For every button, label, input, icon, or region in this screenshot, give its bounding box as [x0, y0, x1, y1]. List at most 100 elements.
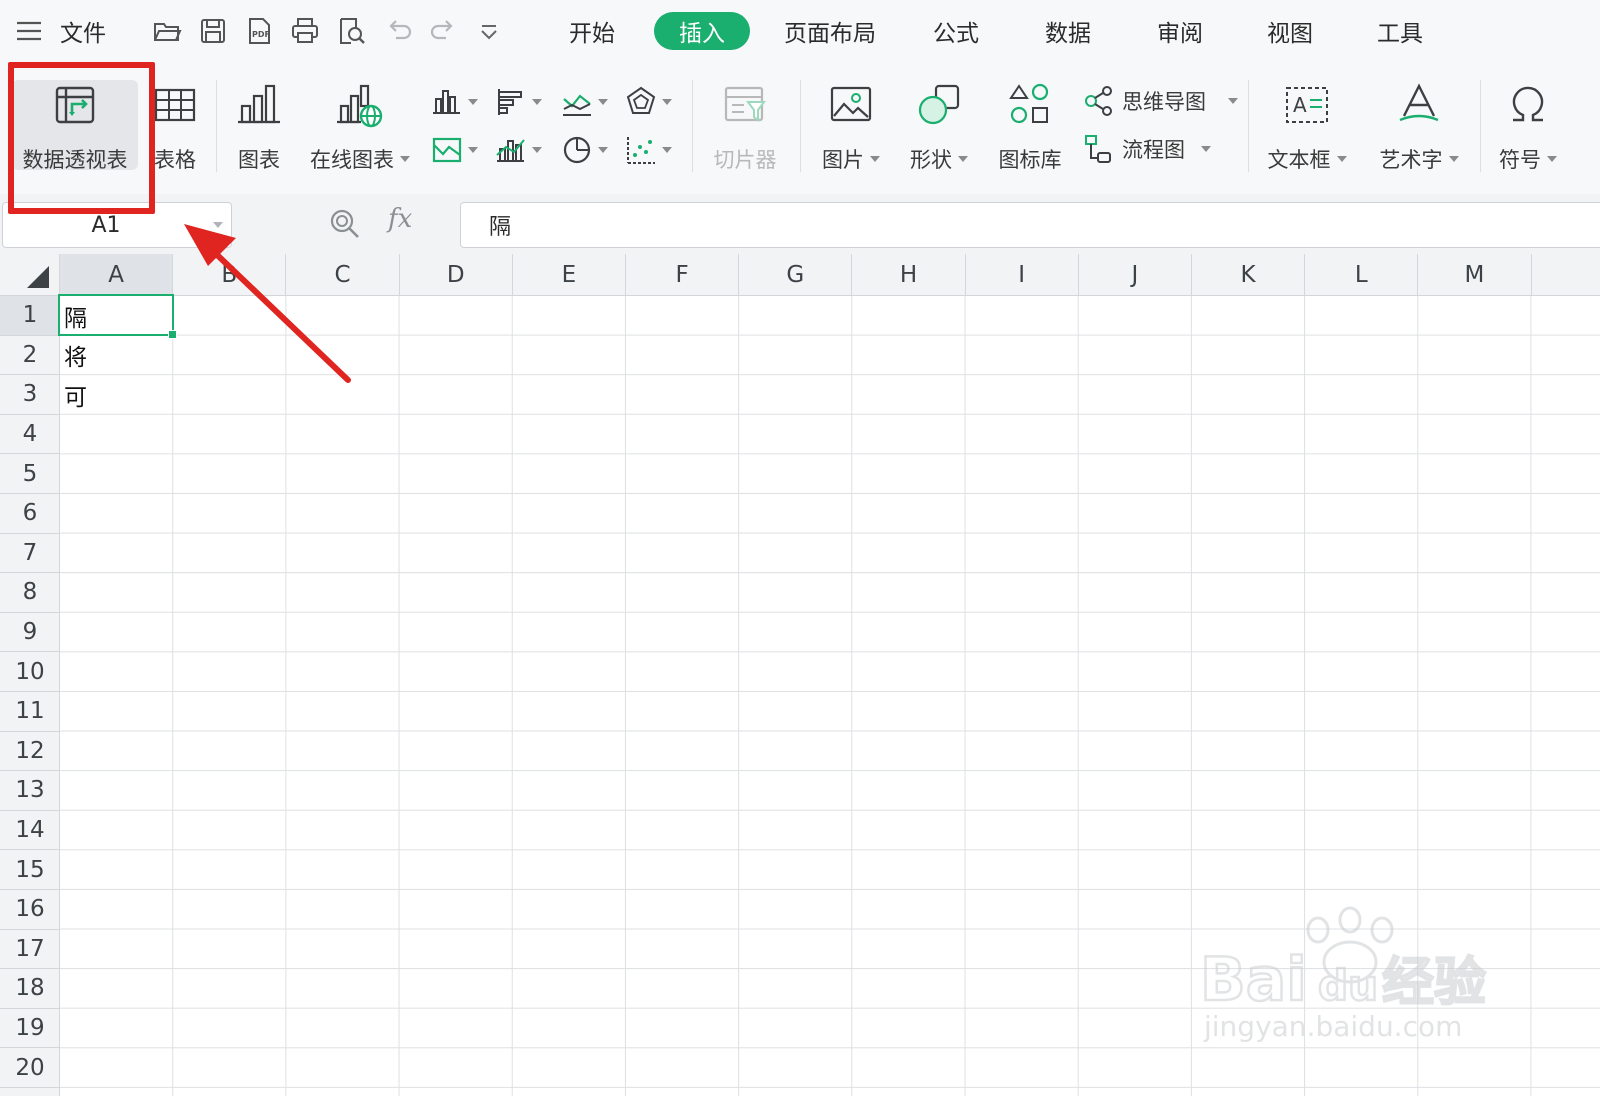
ribbon-separator: [800, 80, 801, 172]
radar-chart-icon: [626, 86, 656, 114]
column-header-b[interactable]: B: [173, 254, 287, 296]
pie-chart-dropdown[interactable]: [560, 132, 616, 168]
chevron-down-icon: [1228, 98, 1238, 104]
row-header-6[interactable]: 6: [0, 494, 60, 534]
row-header-16[interactable]: 16: [0, 890, 60, 930]
row-header-17[interactable]: 17: [0, 930, 60, 970]
file-menu[interactable]: 文件: [60, 14, 106, 48]
combo-chart-dropdown[interactable]: [494, 132, 550, 168]
row-header-3[interactable]: 3: [0, 375, 60, 415]
chevron-down-icon[interactable]: [213, 222, 223, 228]
selected-cell-outline: [58, 294, 174, 336]
row-header-19[interactable]: 19: [0, 1009, 60, 1049]
fx-function-icon[interactable]: fx: [388, 204, 412, 234]
mind-map-icon: [1085, 86, 1112, 116]
row-header-9[interactable]: 9: [0, 613, 60, 653]
chart-button[interactable]: 图表: [226, 76, 292, 176]
chevron-down-icon: [958, 156, 968, 162]
row-header-11[interactable]: 11: [0, 692, 60, 732]
tab-tools[interactable]: 工具: [1360, 12, 1440, 50]
picture-label: 图片: [822, 148, 864, 172]
row-header-8[interactable]: 8: [0, 573, 60, 613]
shape-label: 形状: [910, 148, 952, 172]
name-box[interactable]: A1: [2, 202, 232, 248]
column-chart-dropdown[interactable]: [430, 84, 486, 120]
symbol-button[interactable]: 符号: [1490, 76, 1566, 176]
online-chart-button[interactable]: 在线图表: [300, 76, 420, 176]
column-header-a[interactable]: A: [60, 254, 174, 296]
column-header-g[interactable]: G: [739, 254, 853, 296]
tab-home[interactable]: 开始: [552, 12, 632, 50]
ribbon-separator: [692, 80, 693, 172]
radar-chart-dropdown[interactable]: [624, 84, 680, 120]
formula-bar: A1 fx 隔: [0, 194, 1600, 254]
row-header-18[interactable]: 18: [0, 969, 60, 1009]
cell-area[interactable]: [60, 296, 1600, 1096]
row-header-13[interactable]: 13: [0, 771, 60, 811]
column-header-m[interactable]: M: [1418, 254, 1532, 296]
tab-view[interactable]: 视图: [1250, 12, 1330, 50]
column-header-i[interactable]: I: [966, 254, 1079, 296]
ribbon-separator: [1248, 80, 1249, 172]
column-header-k[interactable]: K: [1192, 254, 1306, 296]
slicer-button[interactable]: 切片器: [702, 76, 788, 176]
ribbon-separator: [216, 80, 217, 172]
area-chart-dropdown[interactable]: [430, 132, 486, 168]
save-icon[interactable]: [198, 16, 228, 46]
flowchart-icon: [1085, 135, 1111, 163]
cell-a2[interactable]: 将: [64, 336, 87, 375]
bar-chart-dropdown[interactable]: [494, 84, 550, 120]
picture-button[interactable]: 图片: [812, 76, 890, 176]
tab-review[interactable]: 审阅: [1140, 12, 1220, 50]
row-header-4[interactable]: 4: [0, 415, 60, 455]
row-header-10[interactable]: 10: [0, 652, 60, 692]
row-header-7[interactable]: 7: [0, 534, 60, 574]
column-header-l[interactable]: L: [1305, 254, 1419, 296]
column-header-c[interactable]: C: [286, 254, 400, 296]
tab-insert[interactable]: 插入: [654, 12, 750, 50]
row-header-20[interactable]: 20: [0, 1048, 60, 1088]
row-header-2[interactable]: 2: [0, 336, 60, 376]
select-all-corner[interactable]: [0, 254, 60, 296]
print-icon[interactable]: [290, 16, 320, 46]
customize-toolbar-icon[interactable]: [474, 16, 504, 46]
pdf-export-icon[interactable]: PDF: [244, 16, 274, 46]
chevron-down-icon: [1336, 156, 1347, 162]
column-header-j[interactable]: J: [1079, 254, 1192, 296]
row-header-14[interactable]: 14: [0, 811, 60, 851]
hamburger-menu-icon[interactable]: [14, 16, 44, 46]
chevron-down-icon: [532, 99, 542, 105]
flowchart-button[interactable]: 流程图: [1082, 130, 1211, 168]
column-header-f[interactable]: F: [626, 254, 740, 296]
open-folder-icon[interactable]: [152, 16, 182, 46]
row-header-5[interactable]: 5: [0, 454, 60, 494]
redo-icon[interactable]: [428, 16, 458, 46]
undo-icon[interactable]: [384, 16, 414, 46]
tab-formulas[interactable]: 公式: [916, 12, 996, 50]
row-header-15[interactable]: 15: [0, 850, 60, 890]
row-header-12[interactable]: 12: [0, 732, 60, 772]
tab-page-layout[interactable]: 页面布局: [774, 12, 886, 50]
mind-map-button[interactable]: 思维导图: [1082, 82, 1238, 120]
line-chart-dropdown[interactable]: [560, 84, 616, 120]
zoom-search-icon[interactable]: [328, 207, 362, 241]
fill-handle[interactable]: [168, 330, 177, 339]
text-box-button[interactable]: A 文本框: [1258, 76, 1356, 176]
symbol-label: 符号: [1499, 148, 1541, 172]
formula-input[interactable]: 隔: [460, 202, 1600, 248]
print-preview-icon[interactable]: [336, 16, 366, 46]
shape-button[interactable]: 形状: [900, 76, 978, 176]
column-header-h[interactable]: H: [852, 254, 966, 296]
icon-library-button[interactable]: 图标库: [990, 76, 1070, 176]
pivot-table-button[interactable]: 数据透视表: [10, 76, 140, 176]
tab-data[interactable]: 数据: [1028, 12, 1108, 50]
cell-a3[interactable]: 可: [64, 375, 87, 414]
word-art-button[interactable]: 艺术字: [1370, 76, 1468, 176]
column-header-d[interactable]: D: [400, 254, 513, 296]
table-button[interactable]: 表格: [142, 76, 208, 176]
chevron-down-icon: [1448, 156, 1459, 162]
row-header-1[interactable]: 1: [0, 296, 60, 336]
column-header-e[interactable]: E: [513, 254, 626, 296]
name-box-value: A1: [91, 212, 121, 238]
scatter-chart-dropdown[interactable]: [624, 132, 680, 168]
